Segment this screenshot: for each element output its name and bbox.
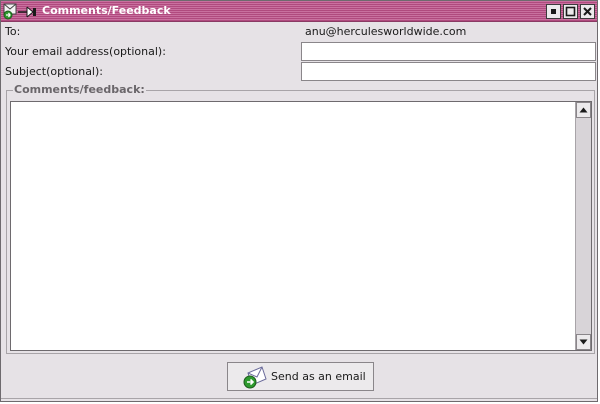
to-label: To: — [5, 25, 21, 38]
window-title: Comments/Feedback — [42, 4, 171, 17]
title-bar[interactable]: Comments/Feedback — [1, 1, 597, 22]
maximize-icon — [565, 6, 576, 17]
comments-textarea[interactable] — [11, 102, 575, 350]
comments-legend: Comments/feedback: — [13, 83, 146, 97]
send-email-label: Send as an email — [271, 370, 366, 383]
vertical-scrollbar[interactable] — [575, 102, 591, 350]
maximize-button[interactable] — [563, 4, 578, 19]
envelope-send-icon — [242, 365, 268, 389]
minimize-icon — [551, 9, 556, 14]
email-label: Your email address(optional): — [5, 45, 166, 58]
to-value: anu@herculesworldwide.com — [305, 25, 467, 38]
app-icon[interactable] — [3, 3, 39, 20]
window-bottom-edge — [1, 398, 597, 401]
send-email-button[interactable]: Send as an email — [227, 362, 374, 391]
minimize-button[interactable] — [546, 4, 561, 19]
close-button[interactable] — [580, 4, 595, 19]
comments-scroll-pane — [10, 101, 592, 351]
scroll-up-button[interactable] — [576, 102, 591, 118]
email-field[interactable] — [301, 42, 596, 61]
comments-feedback-window: Comments/Feedback To: anu@herculesworldw… — [0, 0, 598, 402]
subject-field[interactable] — [301, 62, 596, 81]
arrow-down-icon — [579, 339, 588, 345]
scroll-down-button[interactable] — [576, 334, 591, 350]
arrow-up-icon — [579, 107, 588, 113]
close-icon — [583, 7, 592, 16]
subject-label: Subject(optional): — [5, 65, 103, 78]
